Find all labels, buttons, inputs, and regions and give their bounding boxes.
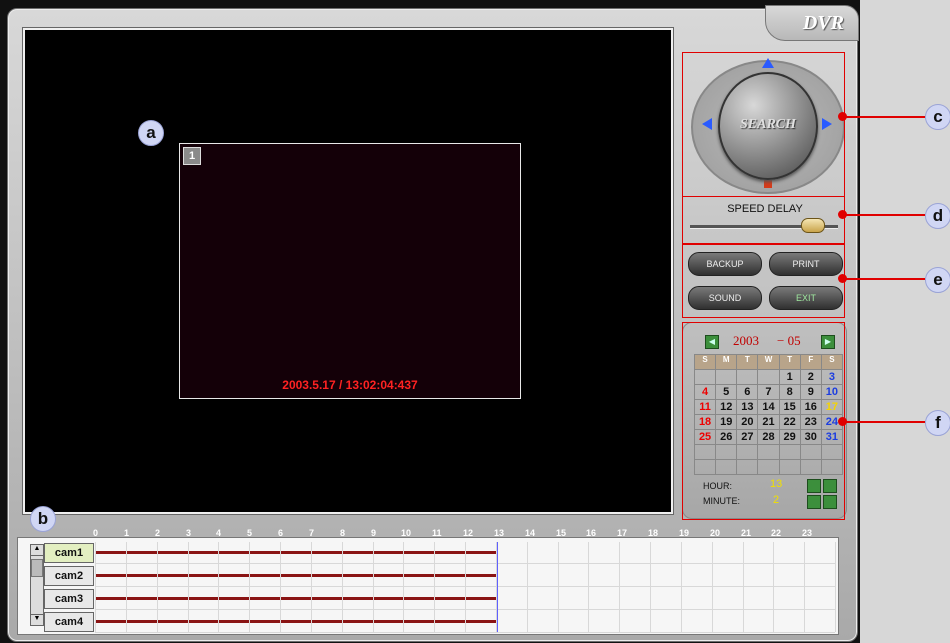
timeline-gridline <box>496 542 497 632</box>
timeline-gridline <box>712 542 713 632</box>
callout-e: e <box>925 267 950 293</box>
timeline-scrollbar[interactable]: ▲ ▼ <box>30 544 44 626</box>
video-channel-1[interactable]: 1 2003.5.17 / 13:02:04:437 <box>179 143 521 399</box>
timeline-gridline <box>126 542 127 632</box>
timeline-gridline <box>434 542 435 632</box>
camera-label[interactable]: cam1 <box>44 543 94 563</box>
timeline-gridline <box>403 542 404 632</box>
timeline-gridline <box>835 542 836 632</box>
dvr-logo-tab: DVR <box>765 5 859 41</box>
callout-box-d <box>682 196 845 244</box>
camera-number-badge: 1 <box>183 147 201 165</box>
callout-a: a <box>138 120 164 146</box>
recording-bar[interactable] <box>95 551 497 554</box>
timeline-gridline <box>588 542 589 632</box>
callout-box-f <box>682 322 845 520</box>
callout-line-f <box>842 421 925 423</box>
timeline-gridline <box>558 542 559 632</box>
timeline-gridline <box>650 542 651 632</box>
timeline-gridline <box>188 542 189 632</box>
scroll-down-icon[interactable]: ▼ <box>31 614 43 625</box>
timeline-gridline <box>373 542 374 632</box>
callout-line-e <box>842 278 925 280</box>
callout-dot-c <box>838 112 847 121</box>
timeline-gridline <box>157 542 158 632</box>
timeline-gridline <box>527 542 528 632</box>
timeline-gridline <box>804 542 805 632</box>
callout-box-c <box>682 52 845 197</box>
timeline-gridline <box>280 542 281 632</box>
recording-bar[interactable] <box>95 620 497 623</box>
timeline-gridline <box>218 542 219 632</box>
scroll-thumb[interactable] <box>31 559 43 577</box>
callout-line-c <box>842 116 925 118</box>
timeline-cursor[interactable] <box>497 542 498 632</box>
video-timestamp: 2003.5.17 / 13:02:04:437 <box>282 378 418 392</box>
timeline-gridline <box>465 542 466 632</box>
timeline-row-divider <box>95 632 835 633</box>
timeline-gridline <box>619 542 620 632</box>
timeline-gridline <box>681 542 682 632</box>
callout-dot-e <box>838 274 847 283</box>
callout-line-d <box>842 214 925 216</box>
scroll-up-icon[interactable]: ▲ <box>31 545 43 556</box>
camera-label[interactable]: cam2 <box>44 566 94 586</box>
callout-box-e <box>682 244 845 318</box>
callout-f: f <box>925 410 950 436</box>
timeline-gridline <box>95 542 96 632</box>
callout-b: b <box>30 506 56 532</box>
timeline-gridline <box>311 542 312 632</box>
timeline-gridline <box>743 542 744 632</box>
dvr-logo: DVR <box>802 12 844 34</box>
video-display[interactable]: 1 2003.5.17 / 13:02:04:437 <box>23 28 673 514</box>
timeline-gridline <box>342 542 343 632</box>
recording-bar[interactable] <box>95 574 497 577</box>
timeline-gridline <box>249 542 250 632</box>
camera-label[interactable]: cam3 <box>44 589 94 609</box>
camera-label[interactable]: cam4 <box>44 612 94 632</box>
callout-dot-f <box>838 417 847 426</box>
dvr-window: DVR 1 2003.5.17 / 13:02:04:437 SEARCH SP… <box>0 0 860 643</box>
callout-dot-d <box>838 210 847 219</box>
callout-d: d <box>925 203 950 229</box>
callout-c: c <box>925 104 950 130</box>
timeline-gridline <box>773 542 774 632</box>
recording-bar[interactable] <box>95 597 497 600</box>
